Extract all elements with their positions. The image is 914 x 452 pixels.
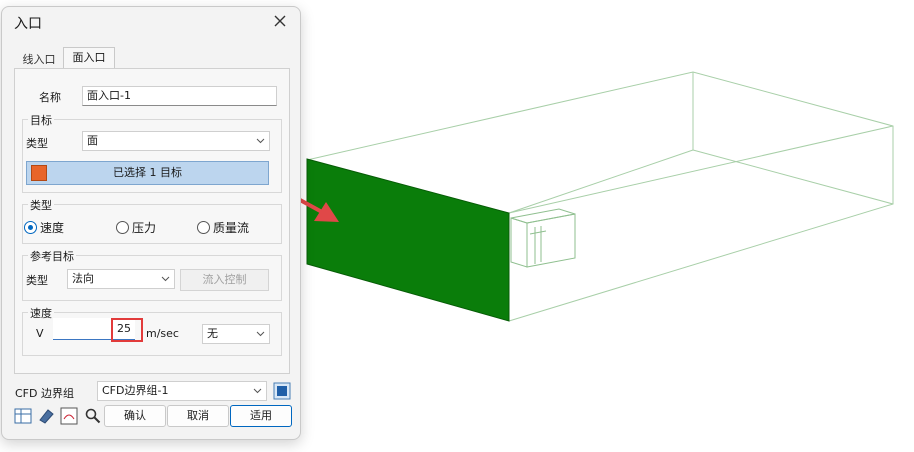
chevron-down-icon: [253, 388, 262, 394]
close-icon: [274, 15, 286, 27]
boundary-group-select[interactable]: CFD边界组-1: [97, 381, 267, 401]
boundary-group-value: CFD边界组-1: [102, 384, 169, 397]
radio-pressure[interactable]: 压力: [116, 218, 156, 236]
ok-button[interactable]: 确认: [104, 405, 166, 427]
velocity-mode-select[interactable]: 无: [202, 324, 270, 344]
name-label: 名称: [39, 91, 61, 104]
velocity-group-title: 速度: [28, 305, 54, 321]
tab-surface-inlet[interactable]: 面入口: [63, 47, 115, 69]
velocity-mode-value: 无: [207, 327, 218, 340]
inlet-dialog: 入口 线入口 面入口 名称 面入口-1 目标 类型 面 已选择 1 目标 类型 …: [1, 6, 301, 440]
cancel-button[interactable]: 取消: [167, 405, 229, 427]
apply-button[interactable]: 适用: [230, 405, 292, 427]
dialog-title: 入口: [14, 16, 42, 32]
cfd-settings-icon[interactable]: [60, 407, 78, 425]
boundary-group-label: CFD 边界组: [15, 387, 74, 400]
pick-group-icon[interactable]: [272, 381, 292, 401]
selection-icon: [31, 165, 47, 181]
target-type-label: 类型: [26, 137, 48, 150]
chevron-down-icon: [256, 138, 265, 144]
target-type-value: 面: [87, 134, 98, 147]
radio-unchecked-icon: [197, 220, 210, 234]
radio-mass-flow[interactable]: 质量流: [197, 218, 249, 236]
velocity-unit: m/sec: [146, 327, 179, 340]
inlet-face[interactable]: [306, 158, 510, 322]
target-type-select[interactable]: 面: [82, 131, 270, 151]
velocity-label: V: [36, 327, 44, 340]
reference-type-label: 类型: [26, 274, 48, 287]
magnifier-icon[interactable]: [84, 407, 102, 425]
select-target-label: 已选择 1 目标: [113, 166, 182, 179]
radio-velocity[interactable]: 速度: [24, 218, 64, 236]
radio-velocity-label: 速度: [40, 220, 65, 235]
value-highlight: [111, 318, 143, 342]
inner-box-wireframe: [510, 208, 576, 268]
target-group-title: 目标: [28, 112, 54, 128]
flow-type-group-title: 类型: [28, 197, 54, 213]
table-icon[interactable]: [14, 407, 32, 425]
tab-line-inlet[interactable]: 线入口: [16, 51, 62, 69]
eraser-icon[interactable]: [37, 407, 55, 425]
reference-type-select[interactable]: 法向: [67, 269, 175, 289]
select-target-button[interactable]: 已选择 1 目标: [26, 161, 269, 185]
radio-mass-flow-label: 质量流: [213, 220, 250, 235]
name-input[interactable]: 面入口-1: [82, 86, 277, 106]
inflow-control-button[interactable]: 流入控制: [180, 269, 269, 291]
close-button[interactable]: [268, 9, 292, 33]
radio-pressure-label: 压力: [132, 220, 157, 235]
radio-checked-icon: [24, 220, 37, 234]
reference-type-value: 法向: [72, 272, 94, 285]
radio-unchecked-icon: [116, 220, 129, 234]
reference-group-title: 参考目标: [28, 248, 76, 264]
chevron-down-icon: [161, 276, 170, 282]
chevron-down-icon: [256, 331, 265, 337]
